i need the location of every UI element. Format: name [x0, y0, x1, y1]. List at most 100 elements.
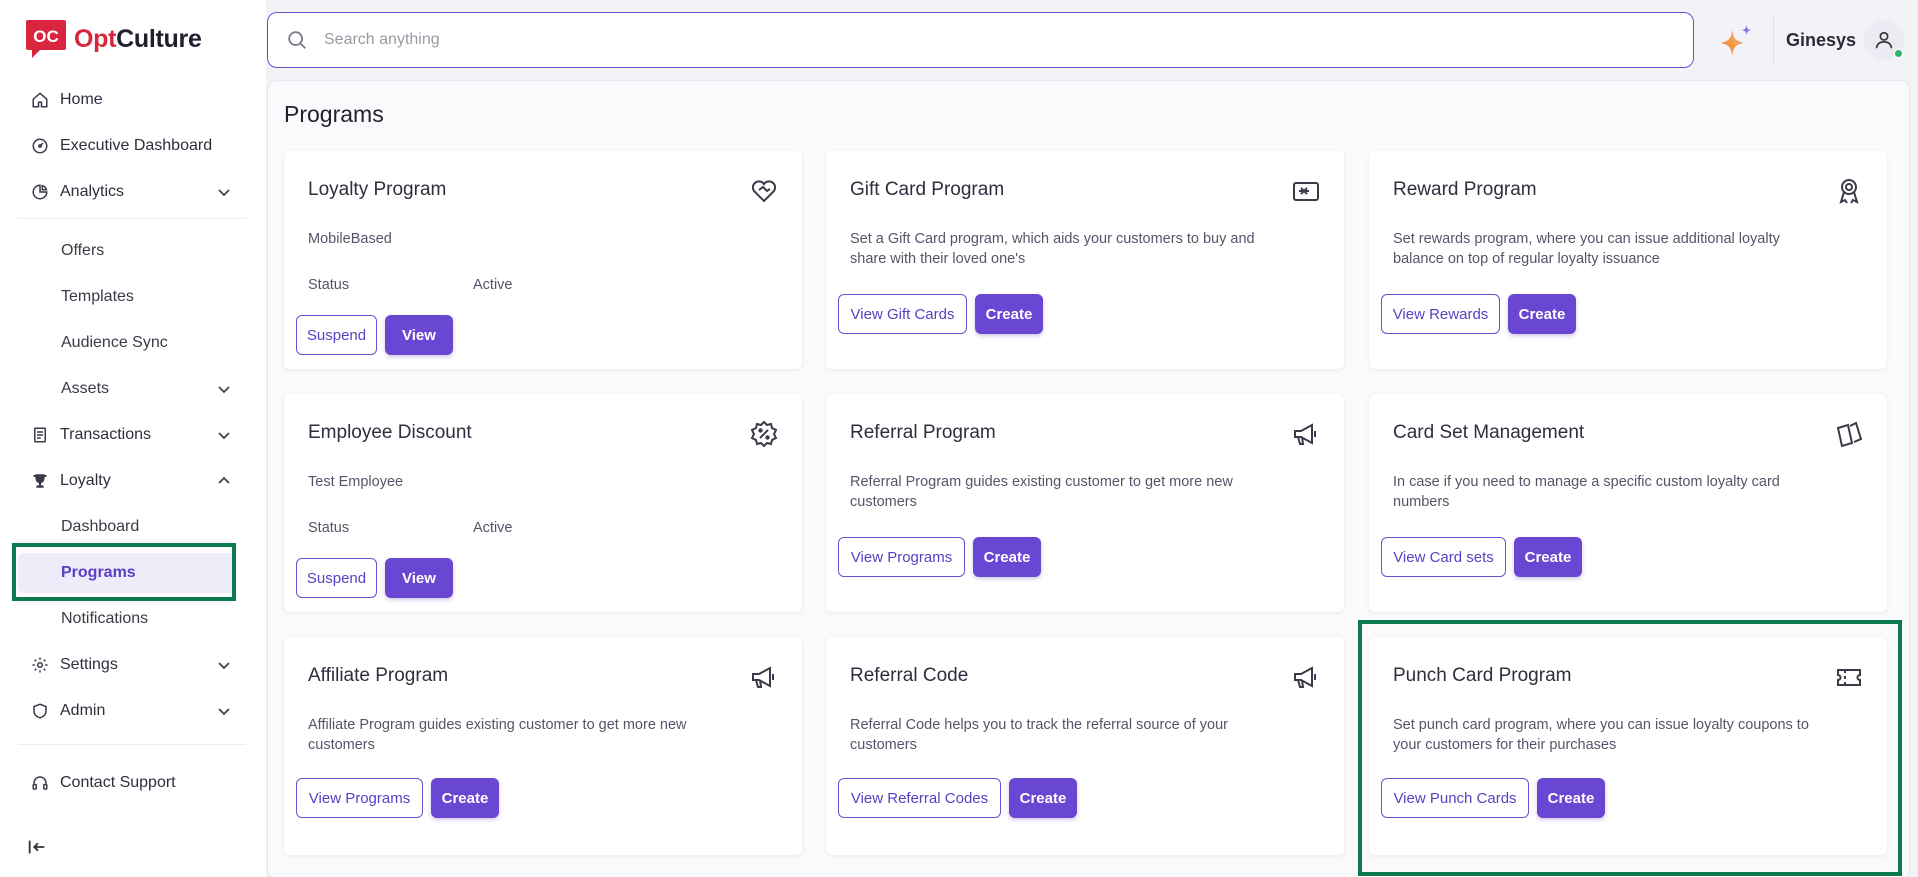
highlight-box [1358, 620, 1902, 876]
sidebar-item-label: Home [60, 91, 103, 108]
sidebar-item-loyalty-dashboard[interactable]: Dashboard [18, 507, 236, 547]
chevron-down-icon [218, 708, 230, 716]
card-description: Referral Code helps you to track the ref… [850, 717, 1228, 753]
create-button[interactable]: Create [1514, 537, 1582, 577]
card-description: Set a Gift Card program, which aids your… [850, 231, 1255, 267]
status-value: Active [473, 277, 513, 293]
card-title: Card Set Management [1393, 422, 1585, 443]
sidebar-item-label: Assets [61, 380, 110, 397]
sidebar-item-label: Notifications [61, 610, 149, 627]
create-button[interactable]: Create [1508, 294, 1576, 334]
view-referral-codes-button[interactable]: View Referral Codes [838, 778, 1001, 818]
program-card-affiliate: Affiliate Program Affiliate Program guid… [284, 637, 802, 855]
create-button[interactable]: Create [1009, 778, 1077, 818]
create-button[interactable]: Create [431, 778, 499, 818]
status-value: Active [473, 520, 513, 536]
view-programs-button[interactable]: View Programs [838, 537, 965, 577]
sidebar-item-notifications[interactable]: Notifications [18, 599, 236, 639]
svg-text:OC: OC [33, 27, 59, 46]
program-card-referral-code: Referral Code Referral Code helps you to… [826, 637, 1344, 855]
megaphone-icon [1294, 423, 1316, 445]
sidebar-item-label: Transactions [60, 426, 151, 443]
chevron-up-icon [218, 476, 230, 484]
view-button[interactable]: View [385, 558, 453, 598]
sidebar-item-label: Loyalty [60, 472, 111, 489]
card-description: Affiliate Program guides existing custom… [308, 717, 687, 753]
card-title: Affiliate Program [308, 665, 449, 686]
shield-icon [30, 701, 50, 721]
sidebar-item-label: Settings [60, 656, 118, 673]
highlight-box [12, 543, 236, 601]
card-description: Test Employee [308, 474, 404, 490]
headset-icon [30, 773, 50, 793]
sidebar-item-label: Offers [61, 242, 105, 259]
award-icon [1839, 179, 1859, 204]
avatar[interactable] [1864, 20, 1904, 60]
brand-name: OptCulture [74, 24, 202, 53]
suspend-button[interactable]: Suspend [296, 558, 377, 598]
page-title: Programs [284, 101, 384, 127]
suspend-button[interactable]: Suspend [296, 315, 377, 355]
brand-logo[interactable]: OC OptCulture [24, 18, 202, 60]
sidebar-item-transactions[interactable]: Transactions [18, 415, 246, 455]
sidebar-item-label: Admin [60, 702, 106, 719]
cards-icon [1836, 421, 1863, 448]
card-title: Referral Program [850, 422, 996, 443]
megaphone-icon [752, 666, 774, 688]
sidebar-item-templates[interactable]: Templates [18, 277, 236, 317]
chevron-down-icon [218, 386, 230, 394]
sidebar-item-label: Templates [61, 288, 134, 305]
card-description: In case if you need to manage a specific… [1393, 474, 1780, 510]
create-button[interactable]: Create [973, 537, 1041, 577]
view-card-sets-button[interactable]: View Card sets [1381, 537, 1506, 577]
discount-badge-icon [750, 420, 778, 448]
megaphone-icon [1294, 666, 1316, 688]
search-input[interactable] [324, 31, 1624, 49]
online-status-dot [1894, 49, 1903, 58]
gauge-icon [30, 136, 50, 156]
program-card-employee-discount: Employee Discount Test Employee Status A… [284, 394, 802, 612]
divider [18, 744, 246, 745]
status-label: Status [308, 520, 350, 536]
card-title: Employee Discount [308, 422, 472, 443]
sidebar-item-analytics[interactable]: Analytics [18, 172, 246, 212]
gear-icon [30, 655, 50, 675]
main-panel: Programs Loyalty Program MobileBased Sta… [267, 80, 1910, 877]
sidebar-item-label: Analytics [60, 183, 125, 200]
search-bar[interactable] [267, 12, 1694, 68]
user-icon [1875, 31, 1893, 49]
ai-sparkle-icon[interactable] [1717, 22, 1755, 60]
heart-handshake-icon [751, 180, 777, 203]
create-button[interactable]: Create [975, 294, 1043, 334]
view-gift-cards-button[interactable]: View Gift Cards [838, 294, 967, 334]
view-programs-button[interactable]: View Programs [296, 778, 423, 818]
sidebar-item-label: Executive Dashboard [60, 137, 213, 154]
sidebar-item-audience-sync[interactable]: Audience Sync [18, 323, 236, 363]
program-card-card-set-management: Card Set Management In case if you need … [1369, 394, 1887, 612]
program-card-loyalty: Loyalty Program MobileBased Status Activ… [284, 151, 802, 369]
chevron-down-icon [218, 432, 230, 440]
card-title: Referral Code [850, 665, 969, 686]
sidebar-item-loyalty[interactable]: Loyalty [18, 461, 246, 501]
sidebar-item-admin[interactable]: Admin [18, 691, 246, 731]
trophy-icon [30, 471, 50, 491]
program-card-gift-card: Gift Card Program Set a Gift Card progra… [826, 151, 1344, 369]
view-button[interactable]: View [385, 315, 453, 355]
card-description: Set rewards program, where you can issue… [1393, 231, 1780, 267]
card-title: Reward Program [1393, 179, 1537, 200]
sidebar-item-executive-dashboard[interactable]: Executive Dashboard [18, 126, 246, 166]
chevron-down-icon [218, 662, 230, 670]
divider [1773, 14, 1774, 66]
sidebar-item-contact-support[interactable]: Contact Support [18, 763, 246, 803]
view-rewards-button[interactable]: View Rewards [1381, 294, 1500, 334]
program-card-reward: Reward Program Set rewards program, wher… [1369, 151, 1887, 369]
collapse-sidebar-icon[interactable] [26, 836, 48, 858]
sidebar-item-home[interactable]: Home [18, 80, 246, 120]
program-card-referral: Referral Program Referral Program guides… [826, 394, 1344, 612]
receipt-icon [30, 425, 50, 445]
sidebar-item-settings[interactable]: Settings [18, 645, 246, 685]
optculture-logo-icon: OC [26, 20, 66, 58]
status-label: Status [308, 277, 350, 293]
sidebar-item-offers[interactable]: Offers [18, 231, 236, 271]
sidebar-item-assets[interactable]: Assets [18, 369, 246, 409]
